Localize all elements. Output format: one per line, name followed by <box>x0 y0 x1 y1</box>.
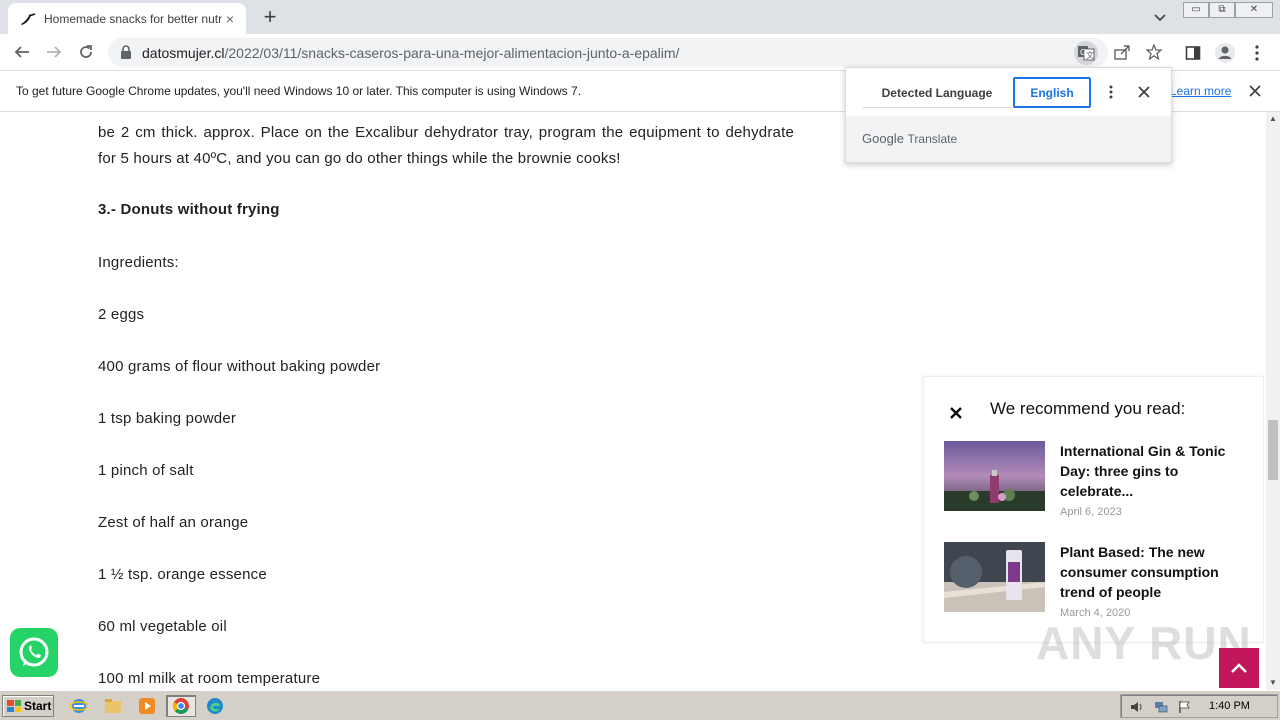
recommend-headline[interactable]: International Gin & Tonic Day: three gin… <box>1060 441 1240 501</box>
scroll-to-top-button[interactable] <box>1219 648 1259 688</box>
browser-tab[interactable]: Homemade snacks for better nutritio × <box>8 3 246 34</box>
minimize-button[interactable]: ▭ <box>1183 2 1209 18</box>
ingredient-item: 1 tsp baking powder <box>98 410 237 427</box>
translate-footer: Google Translate <box>846 116 1171 162</box>
address-bar[interactable]: datosmujer.cl/2022/03/11/snacks-caseros-… <box>108 38 1108 67</box>
learn-more-link[interactable]: Learn more <box>1170 84 1231 98</box>
star-icon[interactable] <box>1142 40 1166 64</box>
article-thumbnail[interactable] <box>944 441 1045 511</box>
media-player-icon[interactable] <box>132 695 162 717</box>
tab-close-icon[interactable]: × <box>222 11 238 27</box>
swoosh-icon <box>20 11 36 27</box>
ingredient-item: Zest of half an orange <box>98 514 249 531</box>
edge-icon[interactable] <box>200 695 230 717</box>
article-thumbnail[interactable] <box>944 542 1045 612</box>
tab-title: Homemade snacks for better nutritio <box>44 11 222 26</box>
recommend-item[interactable]: Plant Based: The new consumer consumptio… <box>944 542 1254 622</box>
google-wordmark: Google <box>862 131 904 146</box>
browser-toolbar: datosmujer.cl/2022/03/11/snacks-caseros-… <box>0 34 1280 71</box>
scroll-up-arrow-icon[interactable]: ▲ <box>1266 112 1280 126</box>
back-button[interactable] <box>10 40 34 64</box>
side-panel-icon[interactable] <box>1180 40 1206 66</box>
lock-icon[interactable] <box>120 45 134 60</box>
recommend-widget: We recommend you read: International Gin… <box>923 376 1264 643</box>
ingredients-label: Ingredients: <box>98 254 179 271</box>
infobar-message: To get future Google Chrome updates, you… <box>16 84 582 98</box>
close-window-button[interactable]: ✕ <box>1235 2 1273 18</box>
tab-strip: Homemade snacks for better nutritio × + … <box>0 0 1280 34</box>
profile-icon[interactable] <box>1212 40 1238 66</box>
close-icon[interactable] <box>946 403 966 423</box>
windows-taskbar: Start 1:40 PM <box>0 690 1280 720</box>
speaker-icon[interactable] <box>1129 699 1145 715</box>
share-icon[interactable] <box>1110 40 1134 64</box>
ingredient-item: 1 pinch of salt <box>98 462 194 479</box>
arrow-right-icon <box>47 46 62 58</box>
chrome-taskbar-icon[interactable] <box>166 695 196 717</box>
taskbar-clock[interactable]: 1:40 PM <box>1209 700 1250 712</box>
translate-options-icon[interactable] <box>1102 82 1120 102</box>
svg-text:文: 文 <box>1086 50 1094 60</box>
reload-icon <box>80 45 92 58</box>
ingredient-item: 60 ml vegetable oil <box>98 618 227 635</box>
url-text[interactable]: datosmujer.cl/2022/03/11/snacks-caseros-… <box>142 45 679 61</box>
network-icon[interactable] <box>1153 699 1169 715</box>
start-button[interactable]: Start <box>2 695 54 717</box>
translate-popup: Detected Language English Google Transla… <box>845 67 1172 163</box>
url-host: datosmujer.cl <box>142 45 225 61</box>
arrow-left-icon <box>14 46 29 58</box>
recommend-item[interactable]: International Gin & Tonic Day: three gin… <box>944 441 1254 521</box>
ingredient-item: 2 eggs <box>98 306 145 323</box>
reload-button[interactable] <box>74 40 98 64</box>
article-paragraph: be 2 cm thick. approx. Place on the Exca… <box>98 124 794 167</box>
system-tray: 1:40 PM <box>1120 694 1278 718</box>
whatsapp-button[interactable] <box>10 628 58 677</box>
new-tab-button[interactable]: + <box>258 6 282 30</box>
forward-button[interactable] <box>42 40 66 64</box>
ingredient-item: 1 ½ tsp. orange essence <box>98 566 267 583</box>
tab-english[interactable]: English <box>1013 77 1091 108</box>
translate-wordmark: Translate <box>907 132 958 146</box>
action-center-flag-icon[interactable] <box>1177 699 1193 715</box>
translate-icon[interactable]: G文 <box>1074 41 1098 65</box>
whatsapp-icon <box>19 637 49 666</box>
restore-button[interactable]: ⧉ <box>1209 2 1235 18</box>
close-icon[interactable] <box>1246 82 1264 100</box>
recommend-headline[interactable]: Plant Based: The new consumer consumptio… <box>1060 542 1240 602</box>
recommend-date: April 6, 2023 <box>1060 506 1122 518</box>
section-heading: 3.- Donuts without frying <box>98 201 280 218</box>
tab-detected-language[interactable]: Detected Language <box>862 78 1012 108</box>
scrollbar-thumb[interactable] <box>1268 420 1278 480</box>
close-icon[interactable] <box>1134 82 1154 102</box>
vertical-scrollbar[interactable]: ▲ ▼ <box>1266 112 1280 690</box>
tab-search-chevron-icon[interactable] <box>1150 8 1170 28</box>
kebab-menu-icon[interactable] <box>1244 40 1270 66</box>
url-path: /2022/03/11/snacks-caseros-para-una-mejo… <box>224 45 680 61</box>
windows-logo-icon <box>7 700 21 712</box>
chevron-up-icon <box>1231 663 1247 673</box>
file-explorer-icon[interactable] <box>98 695 128 717</box>
internet-explorer-icon[interactable] <box>64 695 94 717</box>
google-translate-brand: Google Translate <box>862 131 957 146</box>
ingredient-item: 400 grams of flour without baking powder <box>98 358 381 375</box>
ingredient-item: 100 ml milk at room temperature <box>98 670 321 687</box>
start-label: Start <box>24 699 52 713</box>
recommend-title: We recommend you read: <box>990 399 1186 418</box>
scroll-down-arrow-icon[interactable]: ▼ <box>1266 676 1280 690</box>
